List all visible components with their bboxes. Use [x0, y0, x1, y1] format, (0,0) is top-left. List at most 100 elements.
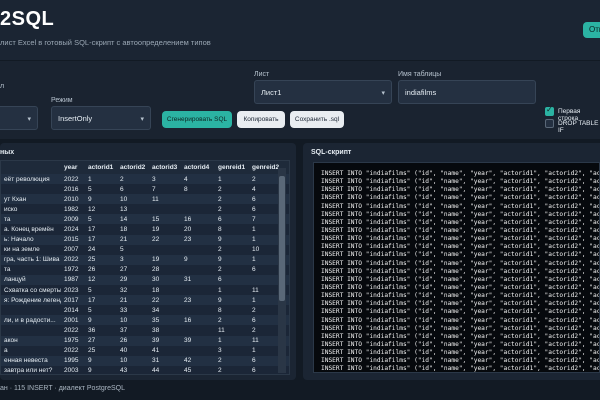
table-cell: 7 — [149, 184, 181, 195]
table-cell: 8 — [215, 305, 249, 316]
column-header[interactable]: actorid1 — [85, 161, 117, 174]
table-cell: 12 — [85, 204, 117, 215]
table-cell: 2 — [215, 365, 249, 374]
table-cell: завтра или нет? — [1, 365, 61, 374]
table-row[interactable]: завтра или нет? 2003 9 43 44 45 2 6 — [1, 365, 289, 374]
sql-line: INSERT INTO "indiafilms" ("id", "name", … — [321, 251, 600, 259]
table-cell: 21 — [117, 295, 149, 306]
table-row[interactable]: гра, часть 1: Шива 2022 25 3 19 9 9 1 — [1, 254, 289, 265]
sql-line: INSERT INTO "indiafilms" ("id", "name", … — [321, 316, 600, 324]
first-row-checkbox[interactable] — [545, 105, 554, 116]
table-row[interactable]: ки на земле 2007 24 5 2 10 — [1, 244, 289, 255]
table-cell: та — [1, 264, 61, 275]
file-select[interactable]: ▾ — [0, 106, 38, 130]
table-row[interactable]: иско 1982 12 13 2 6 — [1, 204, 289, 215]
table-cell: иско — [1, 204, 61, 215]
table-row[interactable]: енная невеста 1995 9 10 31 42 2 6 — [1, 355, 289, 366]
table-cell: 2017 — [61, 295, 85, 306]
table-cell: 39 — [149, 335, 181, 346]
table-cell: 37 — [117, 325, 149, 336]
sql-output[interactable]: INSERT INTO "indiafilms" ("id", "name", … — [313, 162, 600, 373]
table-cell — [181, 305, 215, 316]
data-panel-title: ных — [0, 149, 15, 156]
table-cell: 39 — [181, 335, 215, 346]
table-cell: 2 — [215, 244, 249, 255]
sql-line: INSERT INTO "indiafilms" ("id", "name", … — [321, 308, 600, 316]
table-cell: 6 — [117, 184, 149, 195]
table-cell: 20 — [181, 224, 215, 235]
copy-button[interactable]: Копировать — [237, 111, 285, 128]
table-cell: ланцуй — [1, 274, 61, 286]
table-cell: 31 — [149, 355, 181, 366]
table-cell: 2 — [215, 355, 249, 366]
table-cell: 10 — [117, 355, 149, 366]
table-cell: 30 — [149, 274, 181, 286]
chevron-down-icon: ▾ — [381, 90, 385, 97]
table-row[interactable]: Схватка со смертью 2023 5 32 18 1 11 — [1, 285, 289, 296]
table-cell: 1972 — [61, 264, 85, 275]
table-row[interactable]: 2022 36 37 38 11 2 — [1, 325, 289, 336]
table-row[interactable]: та 1972 26 27 28 2 6 — [1, 264, 289, 275]
table-row[interactable]: а 2022 25 40 41 3 1 — [1, 345, 289, 356]
table-cell: 9 — [85, 365, 117, 374]
table-row[interactable]: еёт революция 2022 1 2 3 4 1 2 — [1, 174, 289, 185]
save-sql-button[interactable]: Сохранить .sql — [290, 111, 344, 128]
column-header[interactable]: genreid1 — [215, 161, 249, 174]
sheet-select[interactable]: Лист1 ▾ — [254, 80, 392, 104]
table-row[interactable]: 2014 5 33 34 8 2 — [1, 305, 289, 316]
table-cell: 41 — [149, 345, 181, 356]
table-cell: 24 — [85, 244, 117, 255]
mode-select[interactable]: InsertOnly ▾ — [51, 106, 151, 130]
table-scrollbar-thumb[interactable] — [279, 176, 285, 301]
table-cell: 17 — [85, 295, 117, 306]
table-cell: 1 — [215, 285, 249, 296]
table-cell: 44 — [149, 365, 181, 374]
generate-sql-button[interactable]: Сгенерировать SQL — [162, 111, 232, 128]
table-cell: 4 — [181, 174, 215, 185]
table-cell: акон — [1, 335, 61, 346]
sql-line: INSERT INTO "indiafilms" ("id", "name", … — [321, 170, 600, 177]
table-cell: 31 — [181, 274, 215, 286]
table-row[interactable]: ут Кхан 2010 9 10 11 2 6 — [1, 194, 289, 205]
table-cell: 9 — [215, 234, 249, 245]
table-cell: 17 — [85, 224, 117, 235]
table-row[interactable]: ли, и в радости... 2001 9 10 35 16 2 6 — [1, 315, 289, 326]
table-cell: 35 — [149, 315, 181, 326]
drop-table-checkbox[interactable] — [545, 119, 554, 128]
sql-line: INSERT INTO "indiafilms" ("id", "name", … — [321, 283, 600, 291]
table-cell: 25 — [85, 254, 117, 265]
table-cell: 34 — [149, 305, 181, 316]
table-cell — [181, 264, 215, 275]
data-preview-table: year actorid1 actorid2 actorid3 actorid4… — [0, 160, 290, 375]
column-header[interactable] — [1, 161, 61, 174]
table-row[interactable]: ланцуй 1987 12 29 30 31 6 — [1, 274, 289, 286]
table-row[interactable]: 2016 5 6 7 8 2 4 — [1, 184, 289, 195]
table-name-input[interactable]: indiafilms — [398, 80, 536, 104]
column-header[interactable]: year — [61, 161, 85, 174]
table-cell: 26 — [85, 264, 117, 275]
table-cell: 12 — [85, 274, 117, 286]
table-cell: ки на земле — [1, 244, 61, 255]
table-cell: 2022 — [61, 254, 85, 265]
table-cell: 13 — [117, 204, 149, 215]
table-row[interactable]: ь: Начало 2015 17 21 22 23 9 1 — [1, 234, 289, 245]
table-cell: 5 — [85, 285, 117, 296]
controls-panel: л Режим ▾ InsertOnly ▾ Лист Лист1 ▾ Имя … — [0, 61, 600, 139]
table-cell: 11 — [149, 194, 181, 205]
column-header[interactable]: actorid2 — [117, 161, 149, 174]
column-header[interactable]: actorid4 — [181, 161, 215, 174]
table-cell: 3 — [149, 174, 181, 185]
column-header[interactable]: actorid3 — [149, 161, 181, 174]
table-row[interactable]: та 2009 5 14 15 16 6 7 — [1, 214, 289, 225]
table-row[interactable]: я: Рождение легенды20171721222391 — [1, 295, 289, 306]
table-row[interactable]: а. Конец времён 2024 17 18 19 20 8 1 — [1, 224, 289, 235]
table-cell: 2015 — [61, 234, 85, 245]
sql-line: INSERT INTO "indiafilms" ("id", "name", … — [321, 235, 600, 243]
sql-line: INSERT INTO "indiafilms" ("id", "name", … — [321, 349, 600, 357]
table-cell: ли, и в радости... — [1, 315, 61, 326]
table-cell: 23 — [181, 234, 215, 245]
chevron-down-icon: ▾ — [27, 116, 31, 123]
header-action-button[interactable]: Отк — [583, 22, 600, 38]
table-row[interactable]: акон 1975 27 26 39 39 1 11 — [1, 335, 289, 346]
table-cell: 9 — [85, 315, 117, 326]
